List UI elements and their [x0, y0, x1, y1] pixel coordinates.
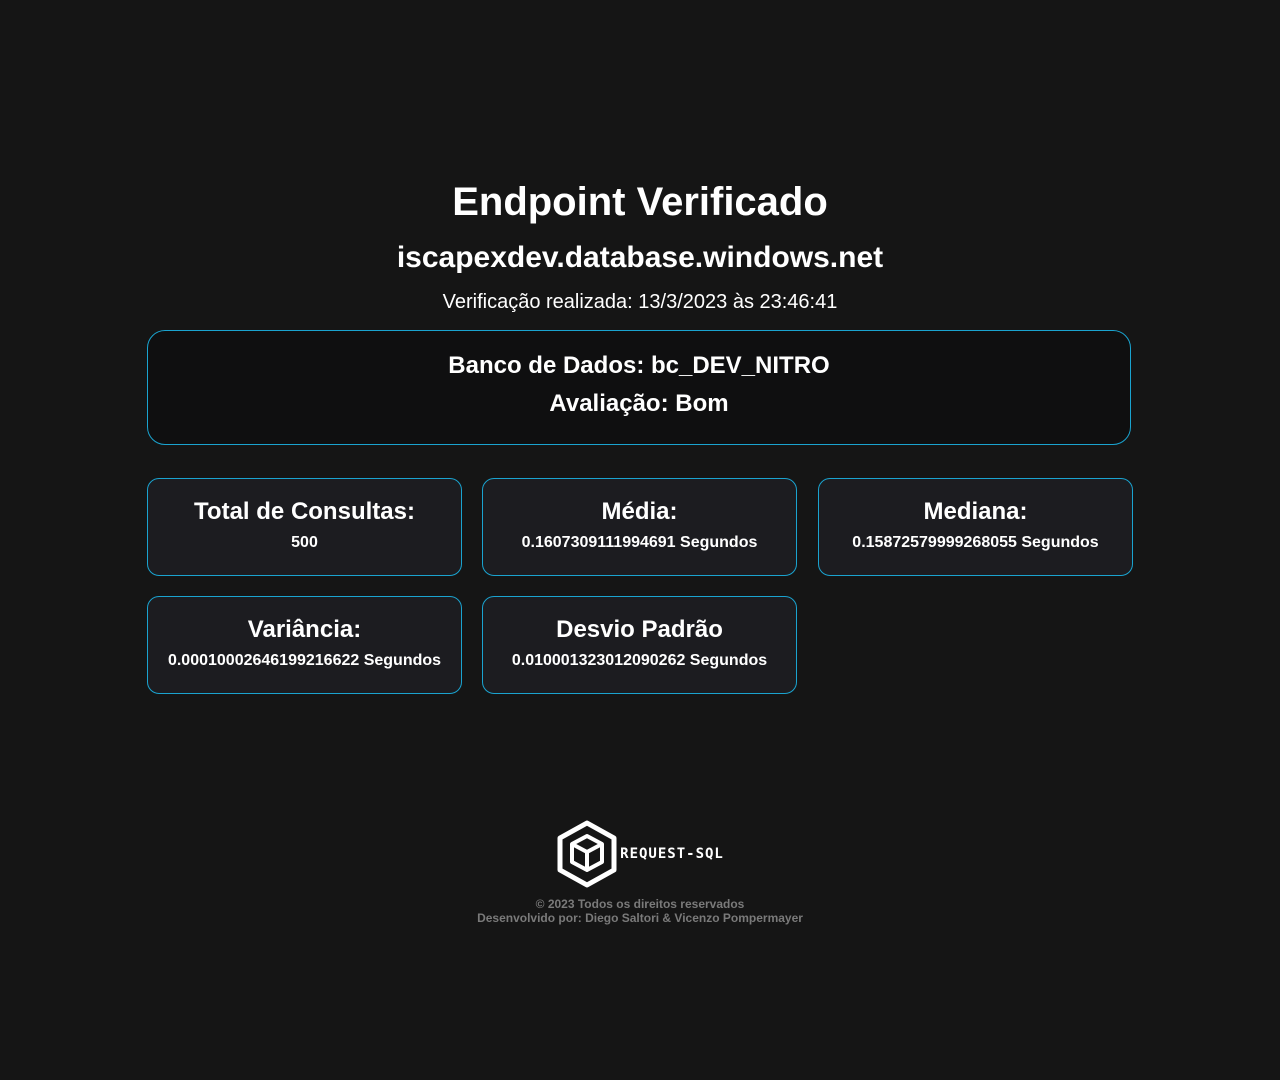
footer: REQUEST-SQL © 2023 Todos os direitos res…	[0, 820, 1280, 925]
logo-text: REQUEST-SQL	[620, 846, 724, 862]
stat-value: 0.010001323012090262 Segundos	[511, 652, 768, 669]
stat-value: 0.15872579999268055 Segundos	[852, 534, 1099, 551]
page-title: Endpoint Verificado	[452, 180, 828, 224]
cube-logo-icon	[557, 820, 617, 888]
stat-label: Média:	[601, 498, 678, 525]
page: Endpoint Verificado iscapexdev.database.…	[0, 0, 1280, 1080]
database-rating: Avaliação: Bom	[549, 390, 729, 417]
stat-label: Variância:	[247, 616, 362, 643]
stat-card-variance: Variância: 0.00010002646199216622 Segund…	[147, 596, 462, 694]
stat-card-total-queries: Total de Consultas: 500	[147, 478, 462, 576]
stat-card-mean: Média: 0.1607309111994691 Segundos	[482, 478, 797, 576]
copyright-text: © 2023 Todos os direitos reservados	[535, 897, 745, 911]
request-sql-logo: REQUEST-SQL	[556, 820, 724, 888]
stat-value: 500	[291, 534, 318, 551]
database-summary-panel: Banco de Dados: bc_DEV_NITRO Avaliação: …	[147, 330, 1131, 445]
stat-label: Mediana:	[923, 498, 1028, 525]
stat-value: 0.1607309111994691 Segundos	[521, 534, 758, 551]
stat-value: 0.00010002646199216622 Segundos	[167, 652, 442, 669]
developers-credit: Desenvolvido por: Diego Saltori & Vicenz…	[477, 911, 803, 925]
stat-label: Desvio Padrão	[556, 616, 723, 643]
stat-label: Total de Consultas:	[194, 498, 415, 525]
verification-timestamp: Verificação realizada: 13/3/2023 às 23:4…	[442, 291, 838, 313]
stat-card-std-deviation: Desvio Padrão 0.010001323012090262 Segun…	[482, 596, 797, 694]
stat-card-median: Mediana: 0.15872579999268055 Segundos	[818, 478, 1133, 576]
endpoint-host: iscapexdev.database.windows.net	[396, 241, 884, 274]
database-name: Banco de Dados: bc_DEV_NITRO	[448, 352, 830, 379]
